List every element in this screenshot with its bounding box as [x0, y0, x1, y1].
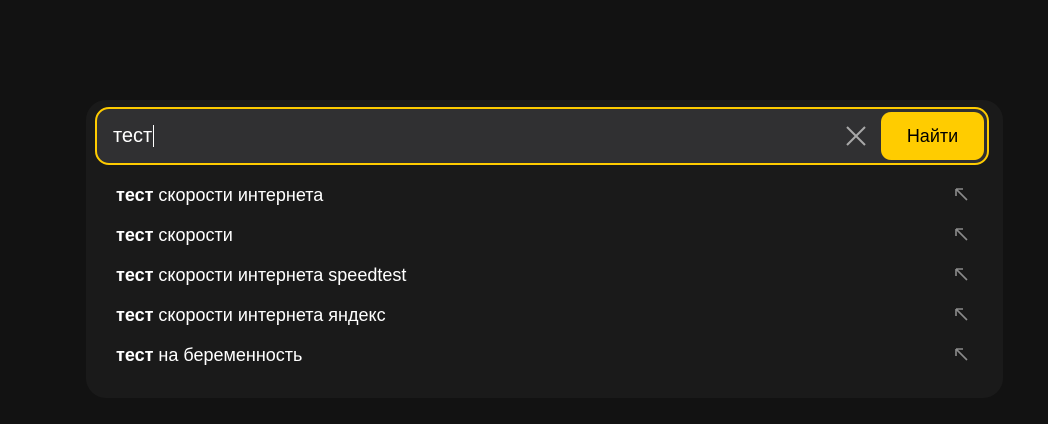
fill-arrow-icon[interactable] — [954, 227, 970, 243]
suggestion-bold: тест — [116, 224, 154, 245]
fill-arrow-icon[interactable] — [954, 307, 970, 323]
suggestion-item[interactable]: тест скорости — [96, 215, 990, 255]
suggestion-bold: тест — [116, 184, 154, 205]
suggestion-rest: скорости интернета speedtest — [153, 264, 407, 285]
suggestion-text: тест скорости интернета яндекс — [116, 305, 386, 326]
suggestion-list: тест скорости интернета тест скорости те… — [96, 175, 990, 375]
fill-arrow-icon[interactable] — [954, 267, 970, 283]
suggestion-bold: тест — [116, 264, 154, 285]
search-input[interactable]: тест — [113, 109, 813, 163]
suggestion-text: тест скорости интернета speedtest — [116, 265, 406, 286]
suggestion-text: тест на беременность — [116, 345, 302, 366]
search-page: тест Найти тест скорости интернета тест … — [0, 0, 1048, 424]
suggestion-item[interactable]: тест скорости интернета — [96, 175, 990, 215]
suggestion-bold: тест — [116, 344, 154, 365]
find-button[interactable]: Найти — [881, 112, 984, 160]
fill-arrow-icon[interactable] — [954, 187, 970, 203]
suggestion-rest: скорости интернета — [153, 184, 324, 205]
suggestion-text: тест скорости — [116, 225, 233, 246]
suggestion-rest: на беременность — [153, 344, 303, 365]
suggestion-bold: тест — [116, 304, 154, 325]
suggestion-rest: скорости — [153, 224, 233, 245]
text-caret — [153, 125, 155, 147]
search-box[interactable]: тест Найти — [95, 107, 989, 165]
suggestion-text: тест скорости интернета — [116, 185, 323, 206]
suggestion-rest: скорости интернета яндекс — [153, 304, 386, 325]
search-query-text: тест — [113, 125, 153, 147]
suggestion-item[interactable]: тест скорости интернета speedtest — [96, 255, 990, 295]
suggestion-item[interactable]: тест скорости интернета яндекс — [96, 295, 990, 335]
fill-arrow-icon[interactable] — [954, 347, 970, 363]
close-icon[interactable] — [842, 122, 870, 150]
suggestion-item[interactable]: тест на беременность — [96, 335, 990, 375]
